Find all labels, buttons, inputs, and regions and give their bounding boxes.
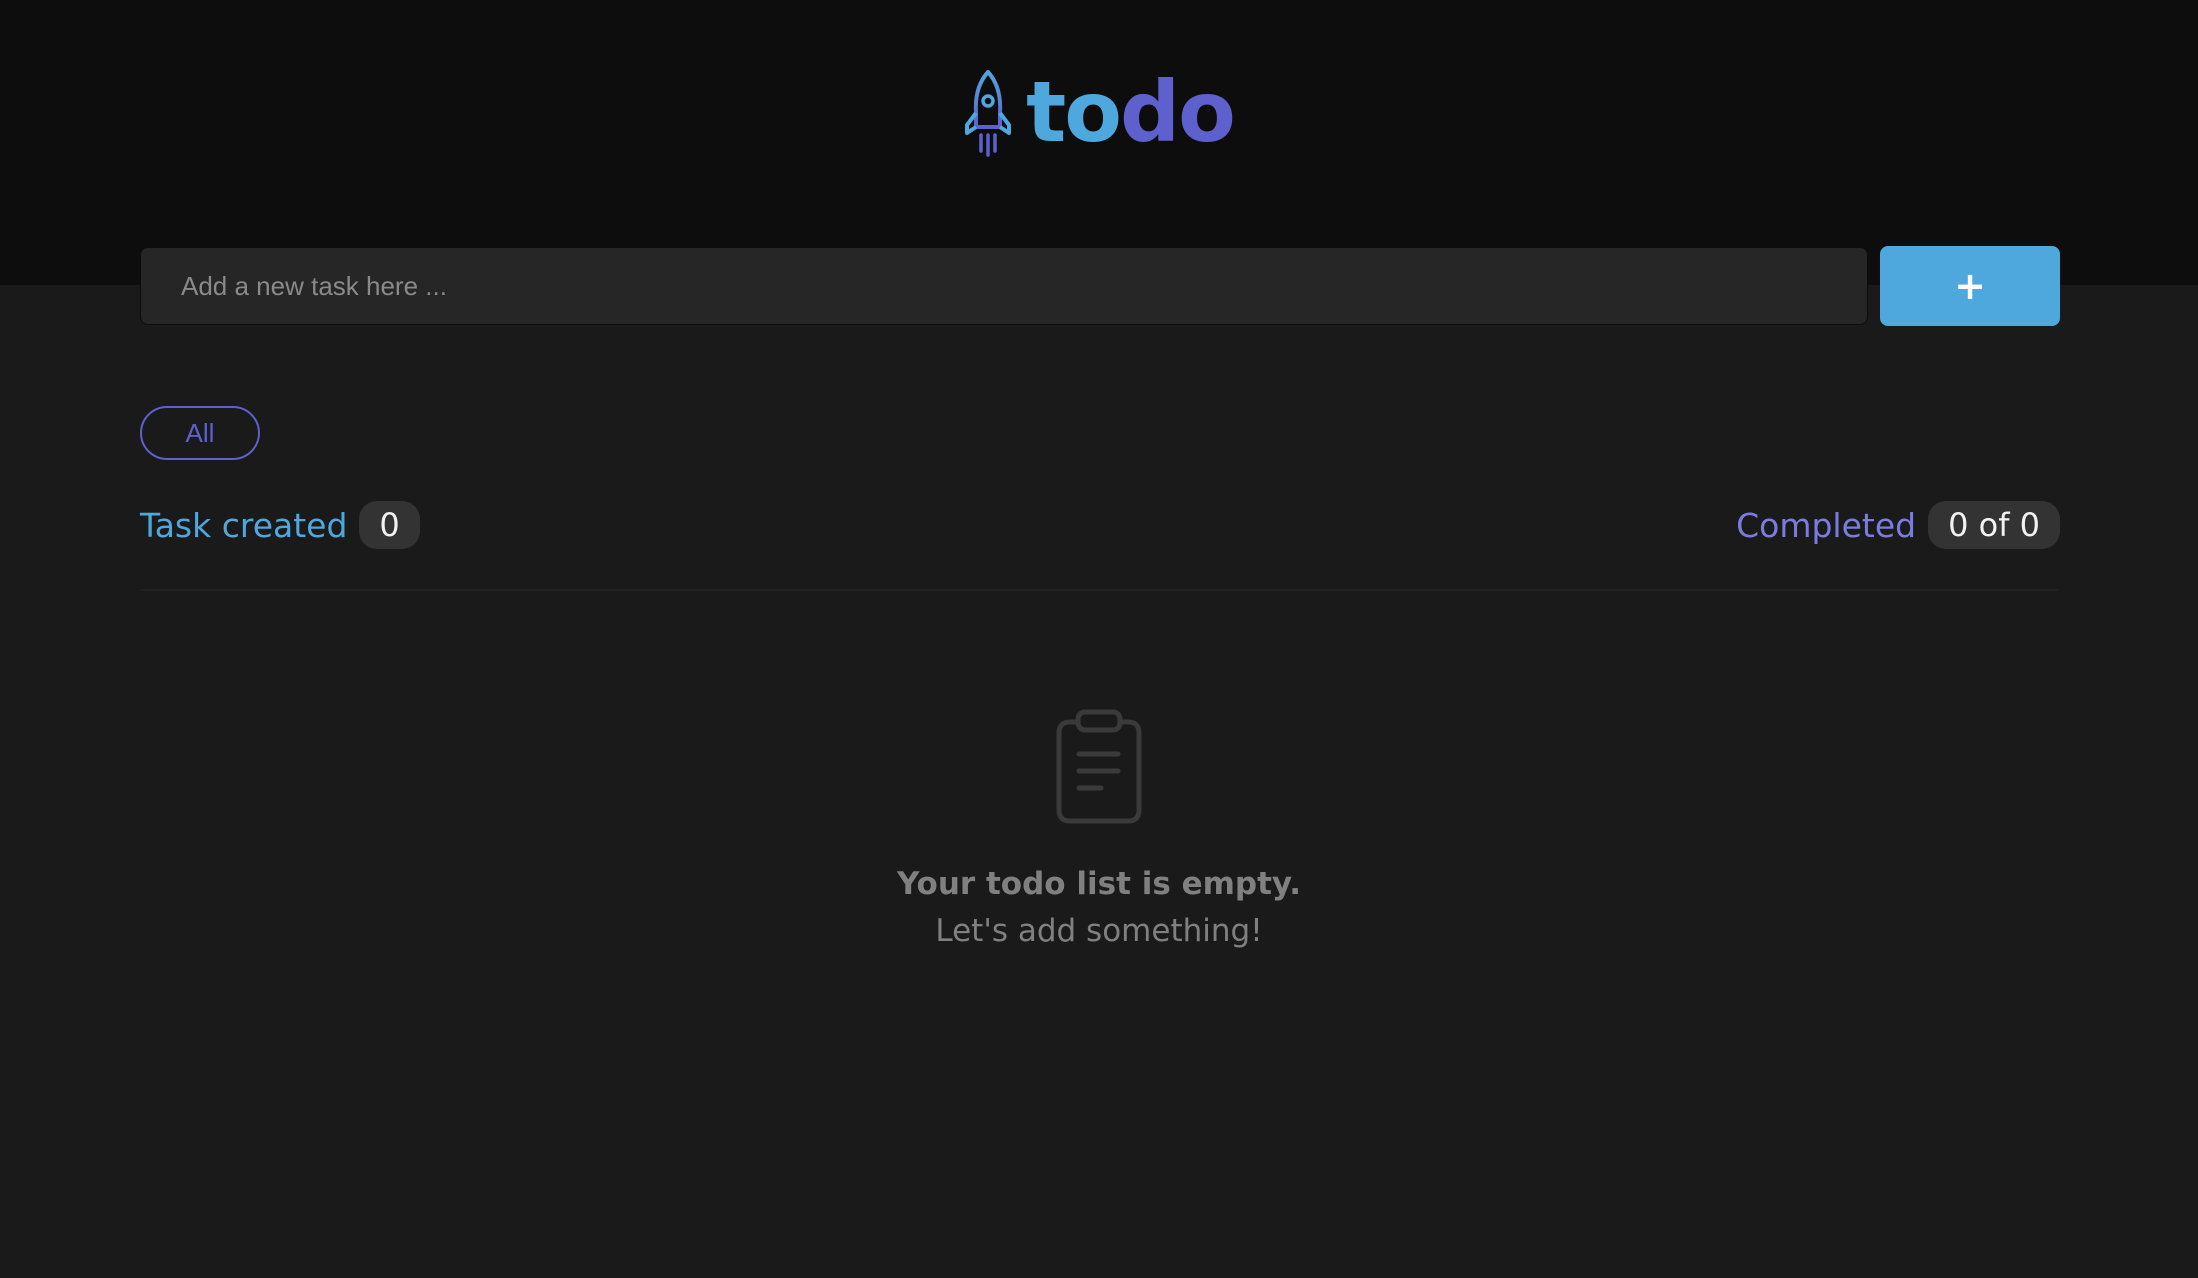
filter-all-label: All: [185, 417, 215, 448]
list-divider: [140, 589, 2058, 591]
clipboard-icon: [1056, 709, 1142, 824]
app-header: todo: [0, 0, 2198, 285]
app-logo: todo: [0, 62, 2198, 162]
tasks-created-label: Task created: [140, 505, 348, 545]
empty-state-subtitle: Let's add something!: [935, 913, 1263, 949]
tasks-completed-stat: Completed 0 of 0: [1736, 500, 2060, 550]
add-task-button[interactable]: +: [1880, 246, 2060, 326]
rocket-icon: [965, 70, 1012, 157]
plus-icon: +: [1954, 264, 1986, 308]
app-title: todo: [1026, 62, 1236, 162]
tasks-completed-count: 0 of 0: [1928, 501, 2060, 549]
tasks-created-stat: Task created 0: [140, 500, 420, 550]
app-title-part1: to: [1026, 63, 1122, 161]
filter-all-button[interactable]: All: [140, 406, 260, 460]
tasks-created-count: 0: [359, 501, 420, 549]
empty-state-title: Your todo list is empty.: [896, 866, 1302, 902]
new-task-input[interactable]: [140, 247, 1868, 325]
tasks-completed-label: Completed: [1736, 505, 1917, 545]
app-title-part2: do: [1120, 63, 1236, 161]
